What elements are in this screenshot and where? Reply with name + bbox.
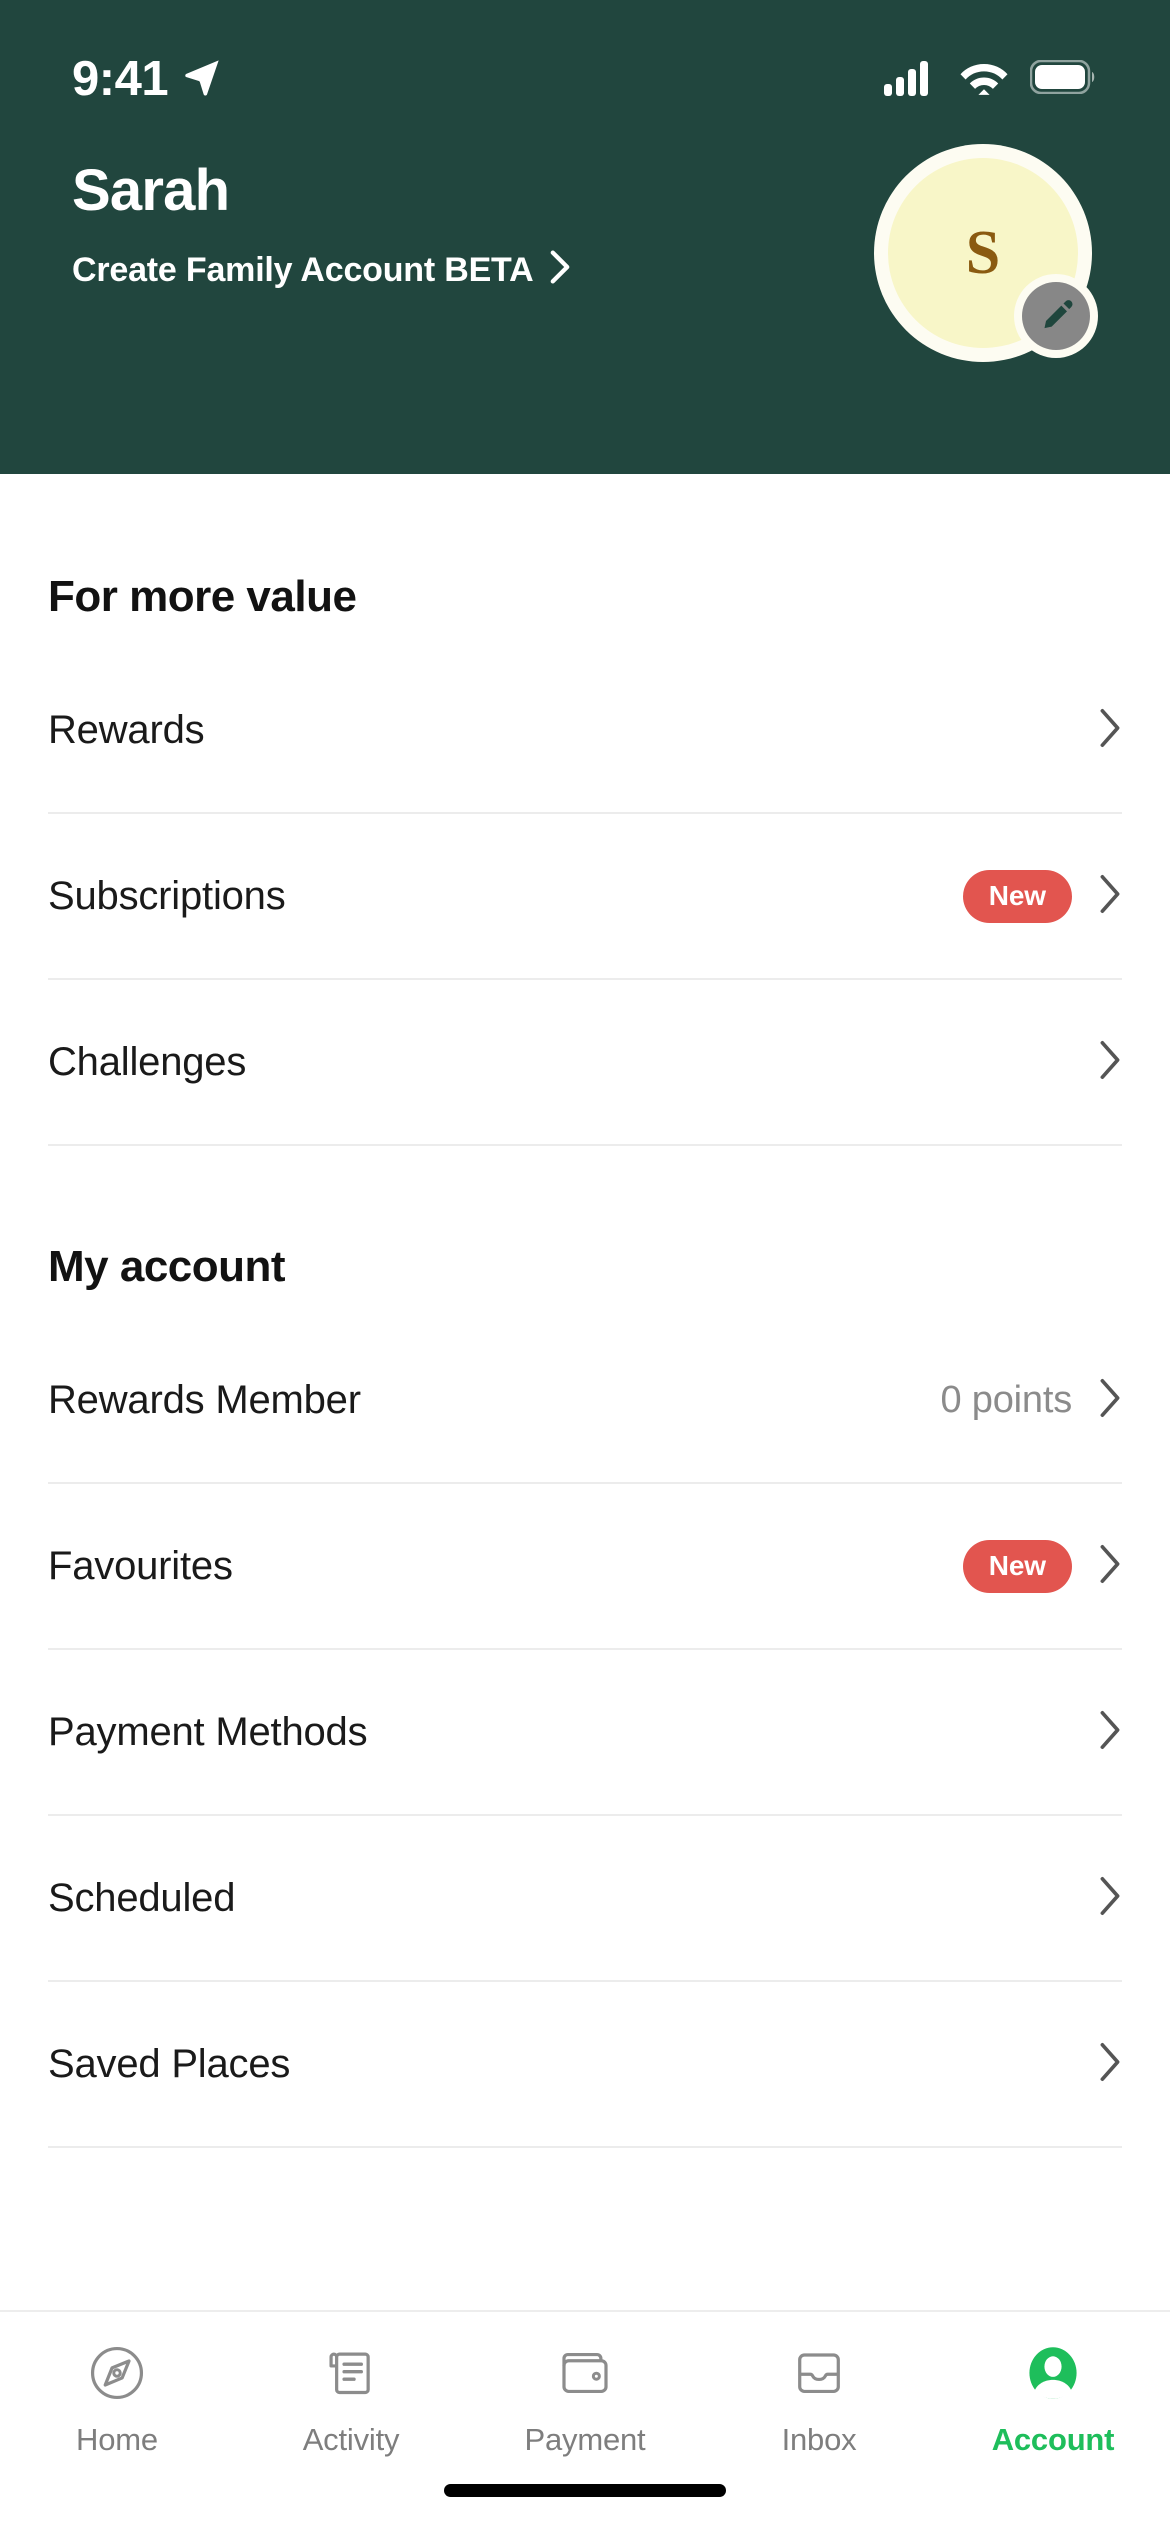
chevron-right-icon — [1098, 1543, 1122, 1590]
tab-payment[interactable]: Payment — [468, 2340, 702, 2458]
profile-header-body: Sarah Create Family Account BETA S — [0, 118, 1170, 362]
chevron-right-icon — [1098, 1709, 1122, 1756]
avatar[interactable]: S — [874, 144, 1098, 362]
list-item-label: Scheduled — [48, 1875, 236, 1920]
tab-label: Payment — [524, 2422, 646, 2457]
list-item-accessory: New — [962, 1539, 1122, 1593]
list-item-challenges[interactable]: Challenges — [48, 980, 1122, 1146]
chevron-right-icon — [1098, 707, 1122, 754]
list-item-payment-methods[interactable]: Payment Methods — [48, 1650, 1122, 1816]
account-content: For more value Rewards Subscriptions New — [0, 474, 1170, 2310]
app-screen: 9:41 Sarah Create Family Account BETA S … — [0, 0, 1170, 2532]
location-arrow-icon — [182, 57, 222, 102]
cellular-signal-icon — [884, 58, 938, 101]
list-item-label: Rewards — [48, 707, 205, 752]
status-bar-left: 9:41 — [72, 51, 222, 106]
list-item-accessory — [1098, 1875, 1122, 1922]
list-item-rewards-member[interactable]: Rewards Member 0 points — [48, 1318, 1122, 1484]
avatar-initial: S — [965, 219, 1001, 287]
section-title-for-more-value: For more value — [48, 572, 357, 621]
list-item-label: Favourites — [48, 1543, 233, 1588]
inbox-tray-icon — [789, 2340, 849, 2406]
receipt-icon — [321, 2340, 381, 2406]
status-bar-time: 9:41 — [72, 51, 169, 106]
create-family-account-label: Create Family Account BETA — [72, 250, 534, 289]
list-item-label: Subscriptions — [48, 873, 286, 918]
list-for-more-value: Rewards Subscriptions New Challenges — [48, 648, 1122, 1146]
tab-label: Activity — [302, 2422, 400, 2457]
tab-activity[interactable]: Activity — [234, 2340, 468, 2458]
list-item-subscriptions[interactable]: Subscriptions New — [48, 814, 1122, 980]
list-item-label: Rewards Member — [48, 1377, 361, 1422]
list-item-accessory — [1098, 707, 1122, 754]
chevron-right-icon — [1098, 2041, 1122, 2088]
list-my-account: Rewards Member 0 points Favourites New P… — [48, 1318, 1122, 2208]
home-indicator-area — [0, 2470, 1170, 2532]
list-item-label: Challenges — [48, 1039, 247, 1084]
list-item-partial — [48, 2148, 1122, 2208]
chevron-right-icon — [549, 249, 571, 294]
list-item-accessory — [1098, 2041, 1122, 2088]
list-item-label: Saved Places — [48, 2041, 291, 2086]
status-badge: New — [962, 869, 1072, 923]
avatar-edit-button[interactable] — [1014, 274, 1098, 358]
wallet-icon — [555, 2340, 615, 2406]
pencil-edit-icon — [1022, 282, 1090, 350]
status-bar: 9:41 — [0, 0, 1170, 118]
list-item-accessory — [1098, 1709, 1122, 1756]
compass-icon — [87, 2340, 147, 2406]
create-family-account-link[interactable]: Create Family Account BETA — [72, 247, 571, 294]
tab-label: Account — [991, 2422, 1115, 2457]
chevron-right-icon — [1098, 873, 1122, 920]
user-name: Sarah — [72, 158, 230, 223]
chevron-right-icon — [1098, 1039, 1122, 1086]
status-badge: New — [962, 1539, 1072, 1593]
wifi-icon — [958, 58, 1010, 101]
list-item-favourites[interactable]: Favourites New — [48, 1484, 1122, 1650]
battery-full-icon — [1029, 59, 1098, 99]
list-item-scheduled[interactable]: Scheduled — [48, 1816, 1122, 1982]
tab-home[interactable]: Home — [0, 2340, 234, 2458]
tab-label: Inbox — [781, 2422, 857, 2457]
profile-identity: Sarah Create Family Account BETA — [72, 140, 571, 294]
list-item-label: Payment Methods — [48, 1709, 368, 1754]
list-item-rewards[interactable]: Rewards — [48, 648, 1122, 814]
status-bar-right — [884, 58, 1108, 101]
profile-header: 9:41 Sarah Create Family Account BETA S — [0, 0, 1170, 474]
home-indicator[interactable] — [444, 2483, 726, 2497]
list-item-saved-places[interactable]: Saved Places — [48, 1982, 1122, 2148]
list-item-accessory: New — [962, 869, 1122, 923]
person-filled-icon — [1023, 2340, 1083, 2406]
list-item-accessory — [1098, 1039, 1122, 1086]
chevron-right-icon — [1098, 1875, 1122, 1922]
section-title-my-account: My account — [48, 1242, 286, 1291]
chevron-right-icon — [1098, 1377, 1122, 1424]
tab-inbox[interactable]: Inbox — [702, 2340, 936, 2458]
list-item-accessory: 0 points — [941, 1377, 1123, 1424]
tab-account[interactable]: Account — [936, 2340, 1170, 2458]
tab-label: Home — [76, 2422, 158, 2457]
list-item-value: 0 points — [940, 1378, 1073, 1421]
